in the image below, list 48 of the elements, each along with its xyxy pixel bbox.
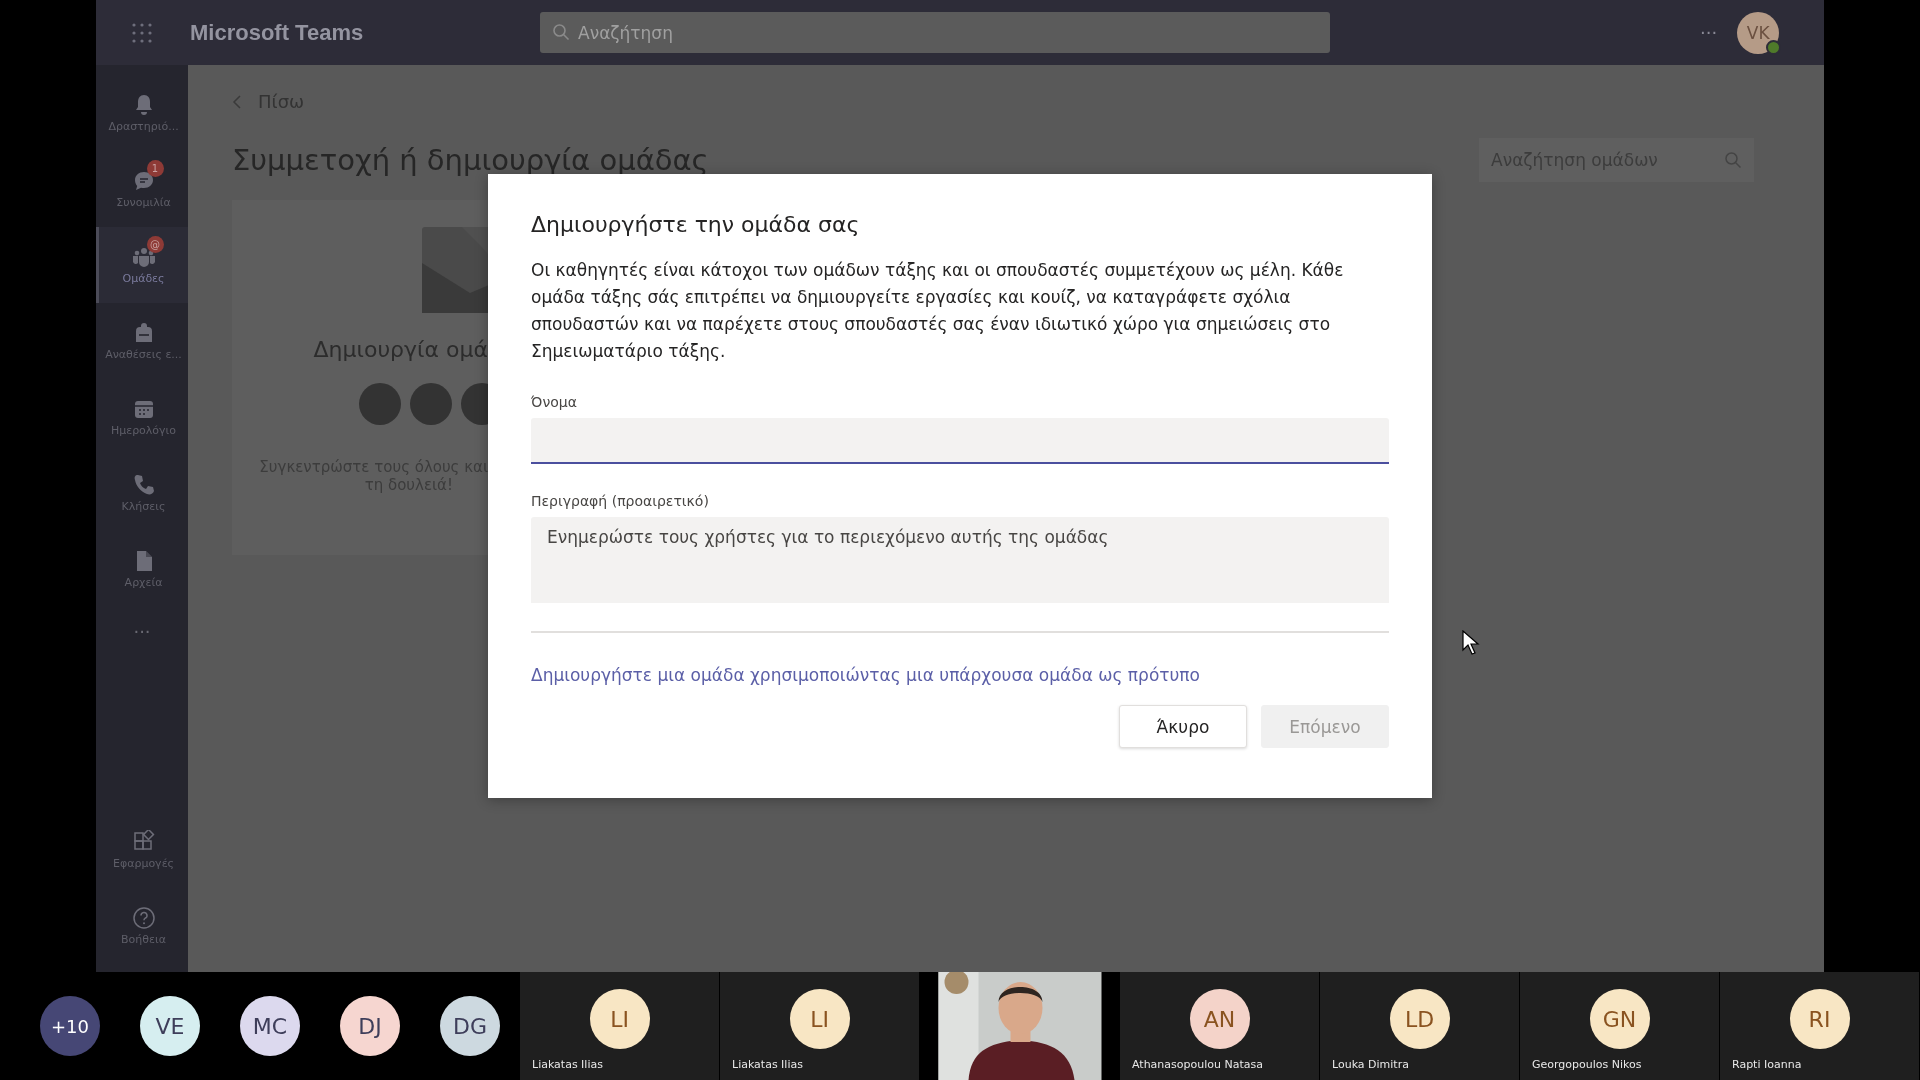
- participant-name: Georgopoulos Nikos: [1532, 1058, 1642, 1071]
- rail-item[interactable]: Βοήθεια: [96, 888, 188, 964]
- participant-avatar: RI: [1789, 989, 1850, 1049]
- participant-name: Liakatas Ilias: [532, 1058, 603, 1071]
- name-field[interactable]: [531, 418, 1389, 464]
- dialog-title: Δημιουργήστε την ομάδα σας: [531, 212, 861, 237]
- participant-avatar: LD: [1389, 989, 1450, 1049]
- description-label: Περιγραφή (προαιρετικό): [531, 493, 710, 509]
- cancel-button[interactable]: Άκυρο: [1119, 705, 1247, 748]
- notification-badge: 1: [146, 160, 164, 177]
- rail-item[interactable]: Δραστηριό...: [96, 75, 188, 151]
- user-avatar[interactable]: VK: [1737, 11, 1780, 54]
- participant-avatar[interactable]: VE: [140, 996, 200, 1056]
- rail-item[interactable]: 1 Συνομιλία: [96, 151, 188, 227]
- search-field[interactable]: Αναζήτηση: [540, 12, 1330, 53]
- participant-avatar: AN: [1189, 989, 1250, 1049]
- rail-item[interactable]: Ημερολόγιο: [96, 379, 188, 455]
- template-link[interactable]: Δημιουργήστε μια ομάδα χρησιμοποιώντας μια υπάρχουσα ομάδα ως πρότυπο: [531, 665, 1200, 685]
- search-icon: [1724, 151, 1742, 169]
- rail-item[interactable]: @ Ομάδες: [96, 227, 188, 303]
- dialog-description: Οι καθηγητές είναι κάτοχοι των ομάδων τάξης και οι σπουδαστές συμμετέχουν ως μέλη. Κάθε ομάδα τάξης σάς επιτρέπει να δημιουργείτε εργασίες και κουίζ, να καταγράφετε σχόλια σπουδαστών και να παρέχετε στους σπουδαστές σας έναν ιδιωτικό χώρο για σημειώσεις στο Σημειωματάριο τάξης.: [531, 259, 1345, 363]
- app-launcher-icon[interactable]: [131, 21, 153, 44]
- participant-avatar: GN: [1589, 989, 1650, 1049]
- rail-item[interactable]: Κλήσεις: [96, 455, 188, 531]
- participant-name: Athanasopoulou Natasa: [1132, 1058, 1263, 1071]
- notification-badge: @: [146, 236, 164, 253]
- rail-item[interactable]: Εφαρμογές: [96, 812, 188, 888]
- description-field[interactable]: Ενημερώστε τους χρήστες για το περιεχόμενο αυτής της ομάδας: [531, 517, 1389, 603]
- status-dot: [1766, 39, 1782, 55]
- rail-item[interactable]: Αναθέσεις ε...: [96, 303, 188, 379]
- participant-avatar: LI: [789, 989, 850, 1049]
- participant-avatar[interactable]: DJ: [340, 996, 400, 1056]
- participant-avatar[interactable]: DG: [440, 996, 500, 1056]
- participant-avatar[interactable]: +10: [40, 996, 100, 1056]
- participant-avatar: LI: [589, 989, 650, 1049]
- participant-name: Rapti Ioanna: [1732, 1058, 1802, 1071]
- more-options-button[interactable]: ···: [1700, 22, 1718, 43]
- rail-item[interactable]: Αρχεία: [96, 531, 188, 607]
- more-apps-button[interactable]: ···: [96, 607, 188, 657]
- chevron-left-icon: [232, 94, 242, 109]
- participant-name: Louka Dimitra: [1332, 1058, 1409, 1071]
- app-title: Microsoft Teams: [190, 19, 365, 46]
- name-label: Όνομα: [531, 394, 578, 410]
- mouse-cursor-icon: [1462, 630, 1480, 656]
- participant-avatar[interactable]: MC: [240, 996, 300, 1056]
- participant-name: Liakatas Ilias: [732, 1058, 803, 1071]
- search-icon: [552, 23, 570, 41]
- help-icon: [131, 906, 156, 930]
